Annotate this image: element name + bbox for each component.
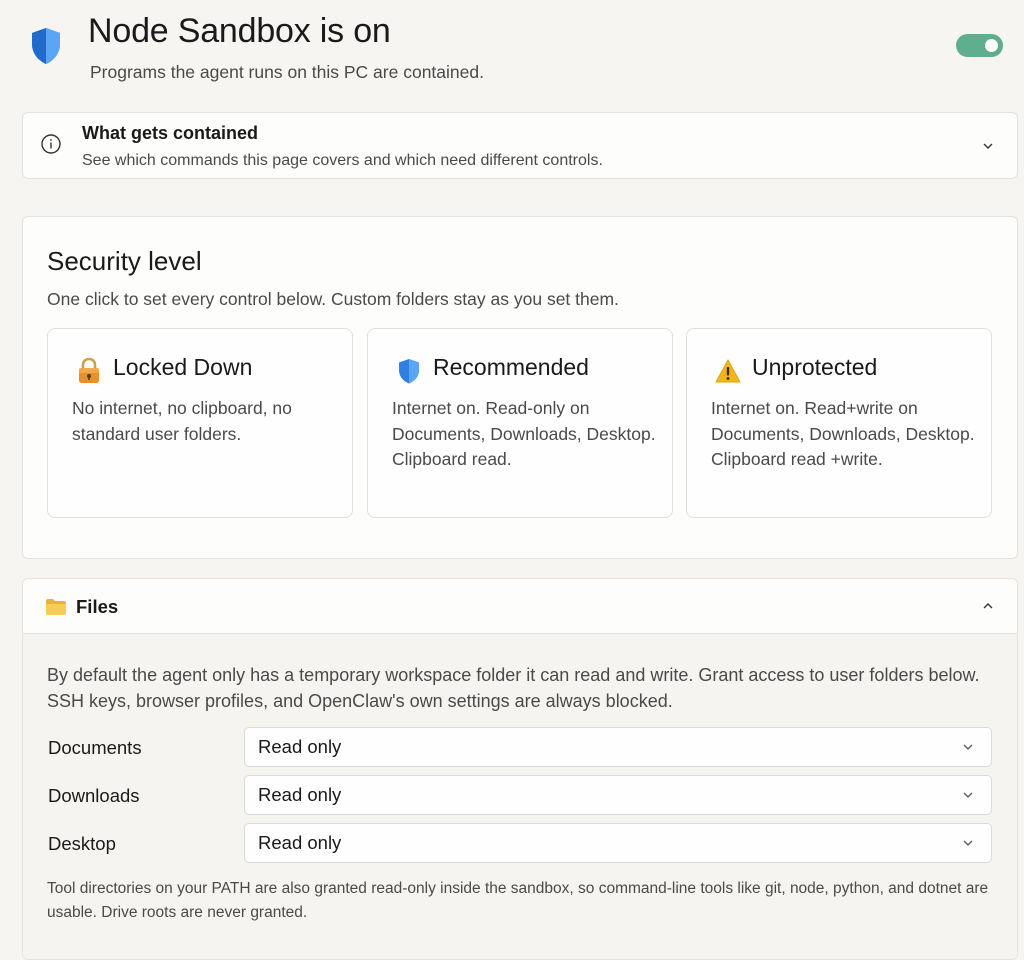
level-description: No internet, no clipboard, no standard u…	[72, 398, 292, 444]
warning-icon	[715, 359, 741, 383]
documents-label: Documents	[48, 737, 142, 758]
chevron-down-icon	[983, 143, 993, 149]
chevron-down-icon	[963, 792, 973, 798]
files-title: Files	[76, 596, 119, 617]
security-level-title: Security level	[47, 246, 202, 276]
chevron-up-icon	[983, 603, 993, 609]
shield-icon	[399, 359, 419, 384]
security-level-card: Security level One click to set every co…	[22, 216, 1018, 559]
desktop-label: Desktop	[48, 833, 116, 854]
files-description: By default the agent only has a temporar…	[47, 665, 980, 711]
level-title: Unprotected	[752, 354, 878, 380]
what-gets-contained-expander[interactable]: What gets contained See which commands t…	[22, 112, 1018, 179]
security-level-description: One click to set every control below. Cu…	[47, 289, 619, 309]
info-icon	[41, 134, 61, 154]
info-title: What gets contained	[82, 123, 259, 143]
chevron-down-icon	[963, 744, 973, 750]
chevron-down-icon	[963, 840, 973, 846]
downloads-label: Downloads	[48, 785, 140, 806]
level-title: Recommended	[433, 354, 589, 380]
page-title: Node Sandbox is on	[88, 12, 391, 50]
level-description: Internet on. Read+write on Documents, Do…	[711, 398, 975, 469]
path-tools-note: Tool directories on your PATH are also g…	[47, 880, 989, 921]
info-description: See which commands this page covers and …	[82, 152, 603, 169]
select-value: Read only	[258, 832, 342, 853]
desktop-access-select[interactable]: Read only	[244, 823, 992, 863]
select-value: Read only	[258, 784, 342, 805]
level-title: Locked Down	[113, 354, 253, 380]
files-expander-header[interactable]: Files	[23, 579, 1017, 634]
toggle-knob	[985, 39, 998, 52]
files-body: By default the agent only has a temporar…	[23, 634, 1017, 959]
lock-icon	[79, 357, 99, 383]
documents-access-select[interactable]: Read only	[244, 727, 992, 767]
level-locked-down[interactable]: Locked Down No internet, no clipboard, n…	[47, 328, 353, 518]
level-recommended[interactable]: Recommended Internet on. Read-only on Do…	[367, 328, 673, 518]
sandbox-toggle[interactable]	[956, 34, 1003, 57]
downloads-access-select[interactable]: Read only	[244, 775, 992, 815]
page-header: Node Sandbox is on Programs the agent ru…	[0, 0, 1024, 100]
folder-icon	[46, 599, 66, 615]
files-section: Files By default the agent only has a te…	[22, 578, 1018, 960]
select-value: Read only	[258, 736, 342, 757]
level-description: Internet on. Read-only on Documents, Dow…	[392, 398, 656, 469]
level-unprotected[interactable]: Unprotected Internet on. Read+write on D…	[686, 328, 992, 518]
shield-icon	[32, 28, 60, 64]
page-subtitle: Programs the agent runs on this PC are c…	[90, 62, 484, 82]
